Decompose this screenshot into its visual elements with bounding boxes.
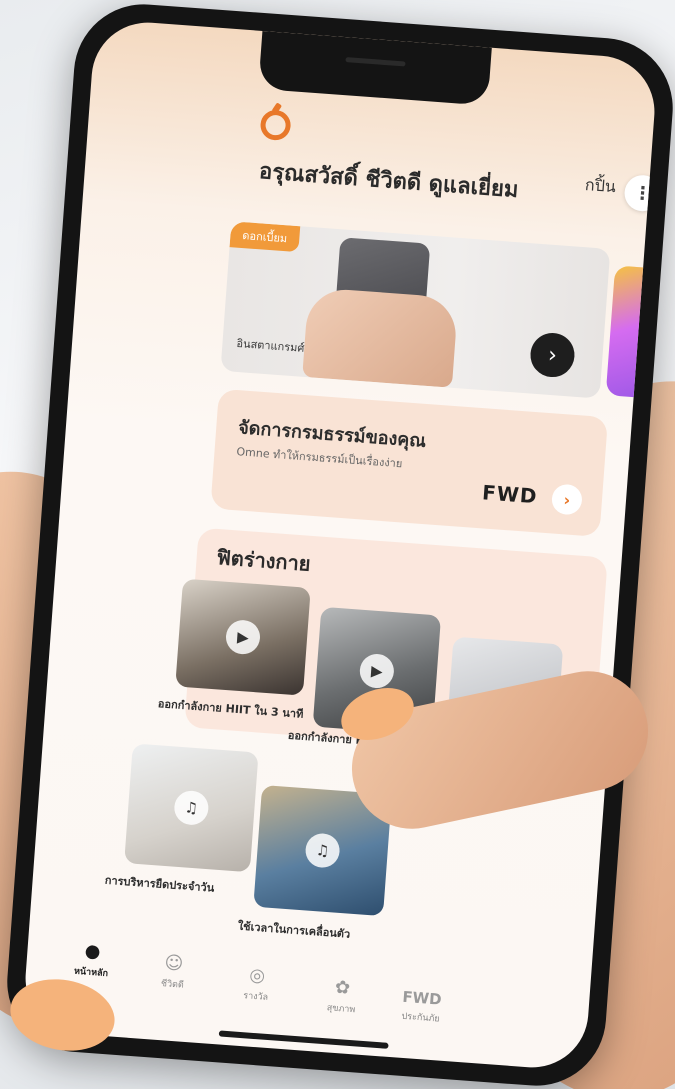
nav-item-label: ประกันภัย bbox=[401, 1011, 440, 1025]
nav-item-insurance[interactable]: FWD ประกันภัย bbox=[385, 987, 457, 1027]
chevron-right-icon[interactable]: › bbox=[528, 331, 577, 379]
video-icon: ▶ bbox=[224, 618, 262, 656]
policy-card[interactable]: จัดการกรมธรรม์ของคุณ Omne ทำให้กรมธรรม์เ… bbox=[210, 388, 609, 537]
community-icon: ☺ bbox=[163, 952, 185, 975]
fitness-title: ฟิตร่างกาย bbox=[215, 545, 312, 576]
fwd-icon: FWD bbox=[401, 987, 443, 1009]
nav-item-community[interactable]: ☺ ชีวิตดี bbox=[137, 950, 210, 993]
music-icon: ♫ bbox=[304, 832, 341, 869]
nav-item-label: สุขภาพ bbox=[326, 1003, 356, 1016]
home-icon: ● bbox=[83, 940, 102, 963]
hero-caption: อินสตาแกรมศ์ bbox=[236, 336, 305, 355]
chevron-right-icon[interactable]: › bbox=[550, 483, 584, 516]
nav-item-label: รางวัล bbox=[242, 991, 269, 1003]
nav-item-rewards[interactable]: ◎ รางวัล bbox=[220, 963, 293, 1006]
hero-tag: ดอกเบี้ยม bbox=[229, 221, 301, 253]
nav-item-label: ชีวิตดี bbox=[160, 979, 185, 991]
music-icon: ♫ bbox=[173, 789, 210, 827]
hero-hand-image bbox=[302, 287, 459, 388]
hero-banner[interactable]: ดอกเบี้ยม อินสตาแกรมศ์ › bbox=[220, 221, 611, 399]
nav-item-home[interactable]: ● หน้าหลัก bbox=[56, 938, 129, 981]
header-button[interactable]: กปิ้น bbox=[584, 173, 617, 200]
greeting-title: อรุณสวัสดิ์ ชีวิตดี ดูแลเยี่ยม bbox=[258, 159, 520, 204]
smartphone: อรุณสวัสดิ์ ชีวิตดี ดูแลเยี่ยม กปิ้น ⋮ ด… bbox=[2, 0, 675, 1089]
fwd-brand-logo: FWD bbox=[481, 480, 539, 509]
fitness-tile[interactable]: ♫ bbox=[124, 743, 259, 873]
fwd-logo-icon bbox=[259, 109, 292, 142]
nav-item-health[interactable]: ✿ สุขภาพ bbox=[306, 975, 379, 1018]
rewards-icon: ◎ bbox=[248, 964, 266, 987]
app-screen: อรุณสวัสดิ์ ชีวิตดี ดูแลเยี่ยม กปิ้น ⋮ ด… bbox=[21, 18, 659, 1072]
photo-scene: อรุณสวัสดิ์ ชีวิตดี ดูแลเยี่ยม กปิ้น ⋮ ด… bbox=[0, 0, 675, 1089]
fitness-tile[interactable]: ▶ bbox=[175, 578, 311, 696]
fitness-tile-caption: การบริหารยืดประจำวัน bbox=[104, 873, 215, 895]
video-icon: ▶ bbox=[358, 652, 396, 690]
nav-item-label: หน้าหลัก bbox=[73, 966, 109, 980]
health-icon: ✿ bbox=[334, 976, 351, 999]
